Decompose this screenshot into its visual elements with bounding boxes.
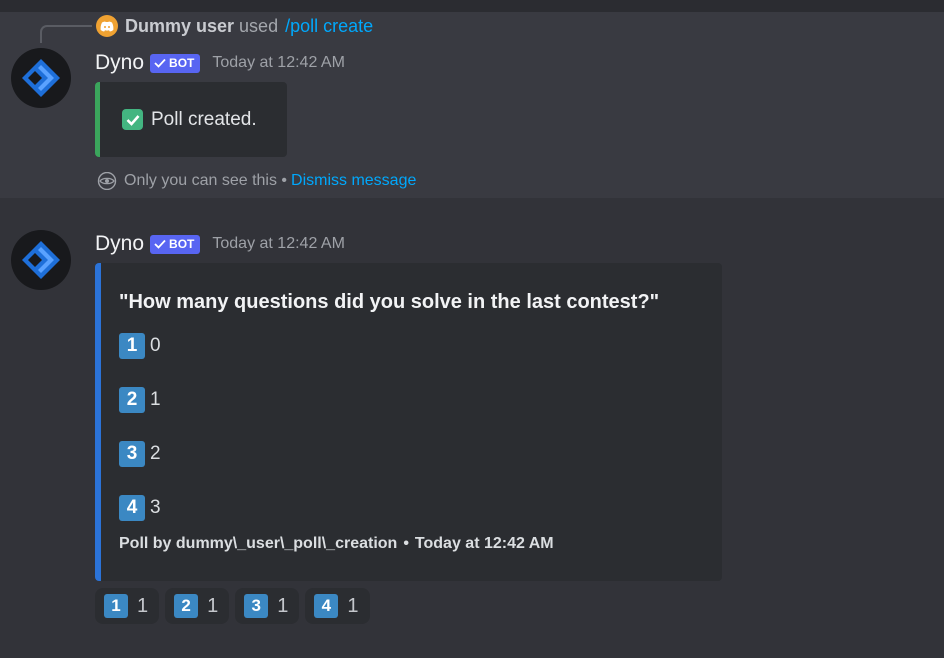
checkmark-icon	[154, 58, 166, 68]
poll-option-text: 3	[150, 497, 161, 518]
bot-badge: BOT	[150, 53, 201, 73]
reply-username[interactable]: Dummy user	[125, 16, 234, 37]
eye-icon	[97, 172, 117, 190]
message-header: Dyno BOT Today at 12:42 AM	[95, 50, 345, 76]
poll-option-text: 2	[150, 443, 161, 464]
keycap-icon: 1	[104, 594, 128, 618]
keycap-icon: 4	[119, 495, 145, 521]
embed-text: Poll created.	[151, 108, 257, 130]
reaction-bar: 1 1 2 1 3 1 4 1	[95, 588, 376, 624]
message-timestamp: Today at 12:42 AM	[212, 54, 345, 71]
poll-option: 4 3	[119, 495, 161, 521]
keycap-icon: 2	[174, 594, 199, 618]
reaction-count: 1	[347, 594, 359, 617]
reaction-button[interactable]: 1 1	[95, 588, 160, 624]
message-timestamp: Today at 12:42 AM	[212, 235, 345, 252]
ephemeral-text: Only you can see this •	[124, 172, 288, 189]
poll-option-text: 1	[150, 389, 161, 410]
bot-badge-label: BOT	[169, 237, 195, 251]
keycap-icon: 4	[314, 594, 339, 618]
poll-embed: "How many questions did you solve in the…	[95, 263, 722, 581]
reply-used-text: used	[239, 15, 279, 36]
poll-footer-time: Today at 12:42 AM	[414, 535, 554, 552]
message-header: Dyno BOT Today at 12:42 AM	[95, 231, 345, 257]
poll-footer: Poll by dummy\_user\_poll\_creation • Toda…	[119, 535, 554, 553]
ephemeral-notice: Only you can see this • Dismiss message	[96, 170, 416, 192]
reaction-button[interactable]: 2 1	[165, 588, 230, 624]
white-check-mark-icon	[122, 109, 143, 130]
poll-question: "How many questions did you solve in the…	[119, 291, 660, 313]
author-name[interactable]: Dyno	[95, 51, 144, 75]
top-divider-strip	[0, 0, 944, 12]
bot-badge: BOT	[150, 234, 201, 254]
command-reply-context[interactable]: Dummy user used /poll create	[96, 14, 373, 38]
reaction-count: 1	[277, 594, 289, 617]
poll-option: 1 0	[119, 333, 161, 359]
reply-connector-line	[40, 25, 92, 43]
dyno-avatar-icon[interactable]	[11, 230, 71, 290]
author-name[interactable]: Dyno	[95, 232, 144, 256]
poll-option: 2 1	[119, 387, 161, 413]
poll-footer-author: Poll by dummy\_user\_poll\_creation	[119, 535, 398, 552]
checkmark-icon	[154, 239, 166, 249]
reply-command-link[interactable]: /poll create	[285, 16, 373, 37]
poll-option-text: 0	[150, 335, 161, 356]
keycap-icon: 3	[119, 441, 145, 467]
dismiss-message-link[interactable]: Dismiss message	[291, 172, 416, 190]
poll-footer-separator: •	[403, 535, 409, 552]
reaction-button[interactable]: 4 1	[305, 588, 370, 624]
reaction-count: 1	[207, 594, 219, 617]
keycap-icon: 2	[119, 387, 145, 413]
keycap-icon: 1	[119, 333, 145, 359]
dyno-avatar-icon[interactable]	[11, 48, 71, 108]
keycap-icon: 3	[244, 594, 269, 618]
poll-option: 3 2	[119, 441, 161, 467]
poll-created-embed: Poll created.	[95, 82, 287, 157]
reaction-count: 1	[137, 594, 149, 617]
reaction-button[interactable]: 3 1	[235, 588, 300, 624]
bot-badge-label: BOT	[169, 56, 195, 70]
discord-icon	[96, 15, 118, 37]
